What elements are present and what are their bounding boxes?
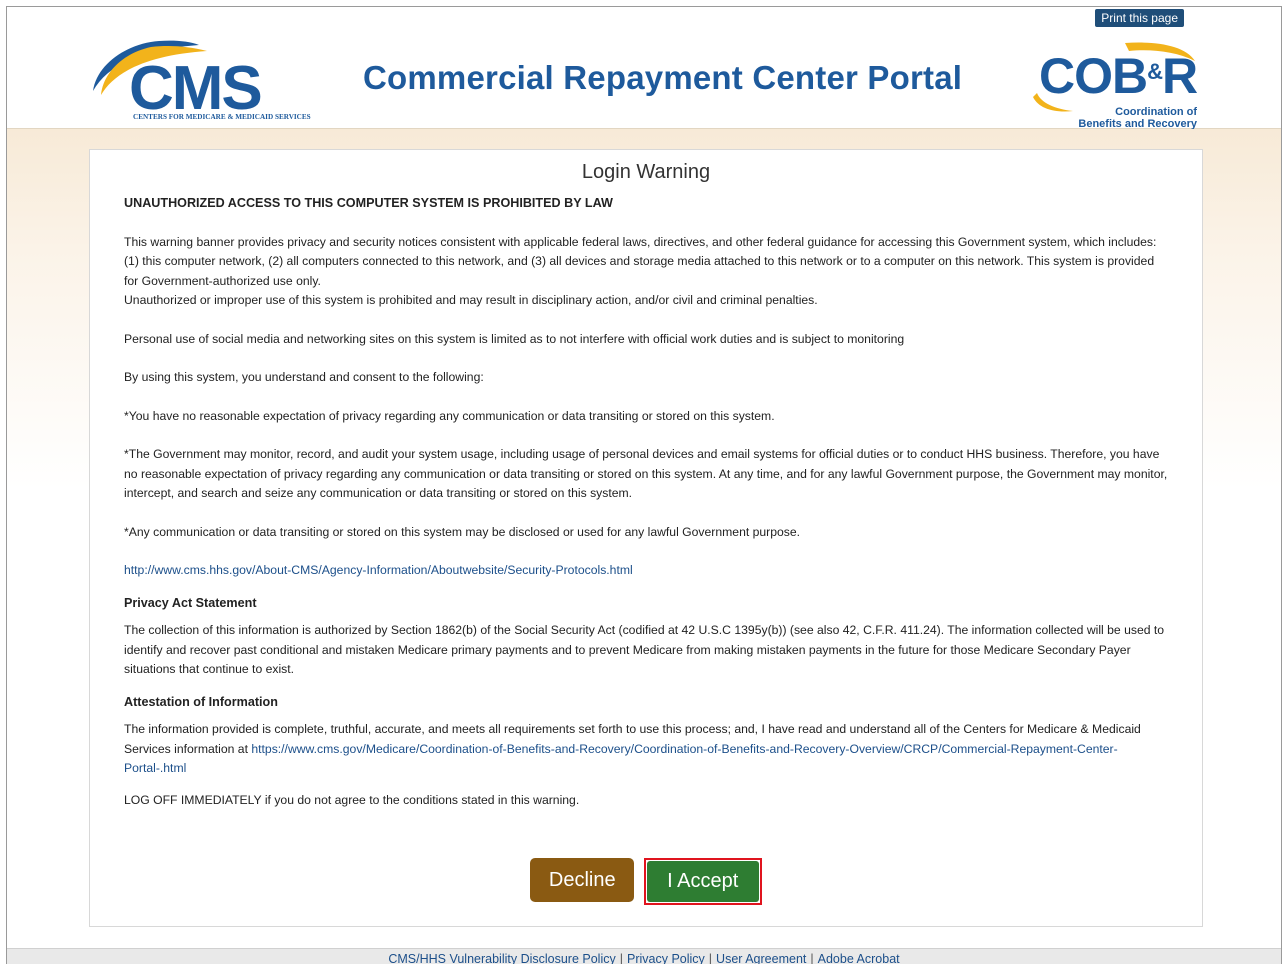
footer-separator: |	[810, 952, 814, 964]
security-protocols-link[interactable]: http://www.cms.hhs.gov/About-CMS/Agency-…	[124, 563, 633, 577]
attestation-heading: Attestation of Information	[124, 694, 278, 709]
footer-link-adobe-acrobat[interactable]: Adobe Acrobat	[818, 952, 900, 964]
footer-separator: |	[708, 952, 713, 964]
attestation-paragraph: The information provided is complete, tr…	[124, 720, 1168, 779]
consent-intro: By using this system, you understand and…	[124, 370, 484, 384]
cms-logo-wordmark: CMS	[129, 54, 261, 121]
header: Print this page CMS CENTERS FOR MEDICARE…	[7, 7, 1281, 129]
cobr-logo: COB&R Coordination of Benefits and Recov…	[1033, 42, 1197, 129]
accept-button[interactable]: I Accept	[646, 861, 759, 902]
cobr-logo-cob: COB	[1039, 48, 1147, 104]
notice-text: This warning banner provides privacy and…	[124, 234, 1157, 288]
portal-title: Commercial Repayment Center Portal	[363, 59, 963, 96]
warning-heading: UNAUTHORIZED ACCESS TO THIS COMPUTER SYS…	[124, 196, 613, 210]
footer: CMS/HHS Vulnerability Disclosure Policy |…	[7, 948, 1281, 964]
consent-item-2: *The Government may monitor, record, and…	[124, 447, 1168, 500]
footer-separator: |	[619, 952, 623, 964]
svg-text:COB&R: COB&R	[1039, 48, 1197, 104]
footer-link-privacy-policy[interactable]: Privacy Policy	[627, 952, 705, 964]
consent-item-3: *Any communication or data transiting or…	[124, 524, 801, 539]
footer-link-user-agreement[interactable]: User Agreement	[716, 952, 806, 964]
privacy-act-heading: Privacy Act Statement	[124, 595, 257, 610]
cms-logo: CMS CENTERS FOR MEDICARE & MEDICAID SERV…	[93, 40, 311, 121]
decline-button[interactable]: Decline	[530, 858, 635, 902]
content-band: Login Warning UNAUTHORIZED ACCESS TO THI…	[7, 129, 1281, 949]
page-frame: Print this page CMS CENTERS FOR MEDICARE…	[6, 6, 1282, 964]
cobr-line1: Coordination of	[1115, 106, 1197, 118]
cobr-logo-amp: &	[1147, 59, 1163, 84]
social-media-paragraph: Personal use of social media and network…	[124, 331, 905, 346]
login-warning-panel: Login Warning UNAUTHORIZED ACCESS TO THI…	[89, 149, 1203, 927]
logoff-notice: LOG OFF IMMEDIATELY if you do not agree …	[124, 792, 580, 807]
action-buttons: Decline I Accept	[90, 858, 1202, 905]
consent-item-1: *You have no reasonable expectation of p…	[124, 408, 775, 423]
footer-link-vulnerability-policy[interactable]: CMS/HHS Vulnerability Disclosure Policy	[388, 952, 615, 964]
panel-title: Login Warning	[581, 161, 711, 183]
cobr-line2: Benefits and Recovery	[1078, 118, 1197, 129]
cobr-logo-r: R	[1162, 48, 1197, 104]
accept-highlight: I Accept	[643, 858, 762, 905]
warning-content: UNAUTHORIZED ACCESS TO THIS COMPUTER SYS…	[90, 194, 1202, 810]
cms-logo-subtitle: CENTERS FOR MEDICARE & MEDICAID SERVICES	[133, 113, 311, 121]
penalty-text: Unauthorized or improper use of this sys…	[124, 293, 818, 307]
print-page-link[interactable]: Print this page	[1095, 9, 1184, 27]
privacy-act-text: The collection of this information is au…	[124, 623, 1165, 676]
security-protocols-paragraph: http://www.cms.hhs.gov/About-CMS/Agency-…	[124, 561, 1168, 581]
crcp-info-link[interactable]: https://www.cms.gov/Medicare/Coordinatio…	[124, 742, 1118, 776]
notice-paragraph: This warning banner provides privacy and…	[124, 233, 1168, 311]
